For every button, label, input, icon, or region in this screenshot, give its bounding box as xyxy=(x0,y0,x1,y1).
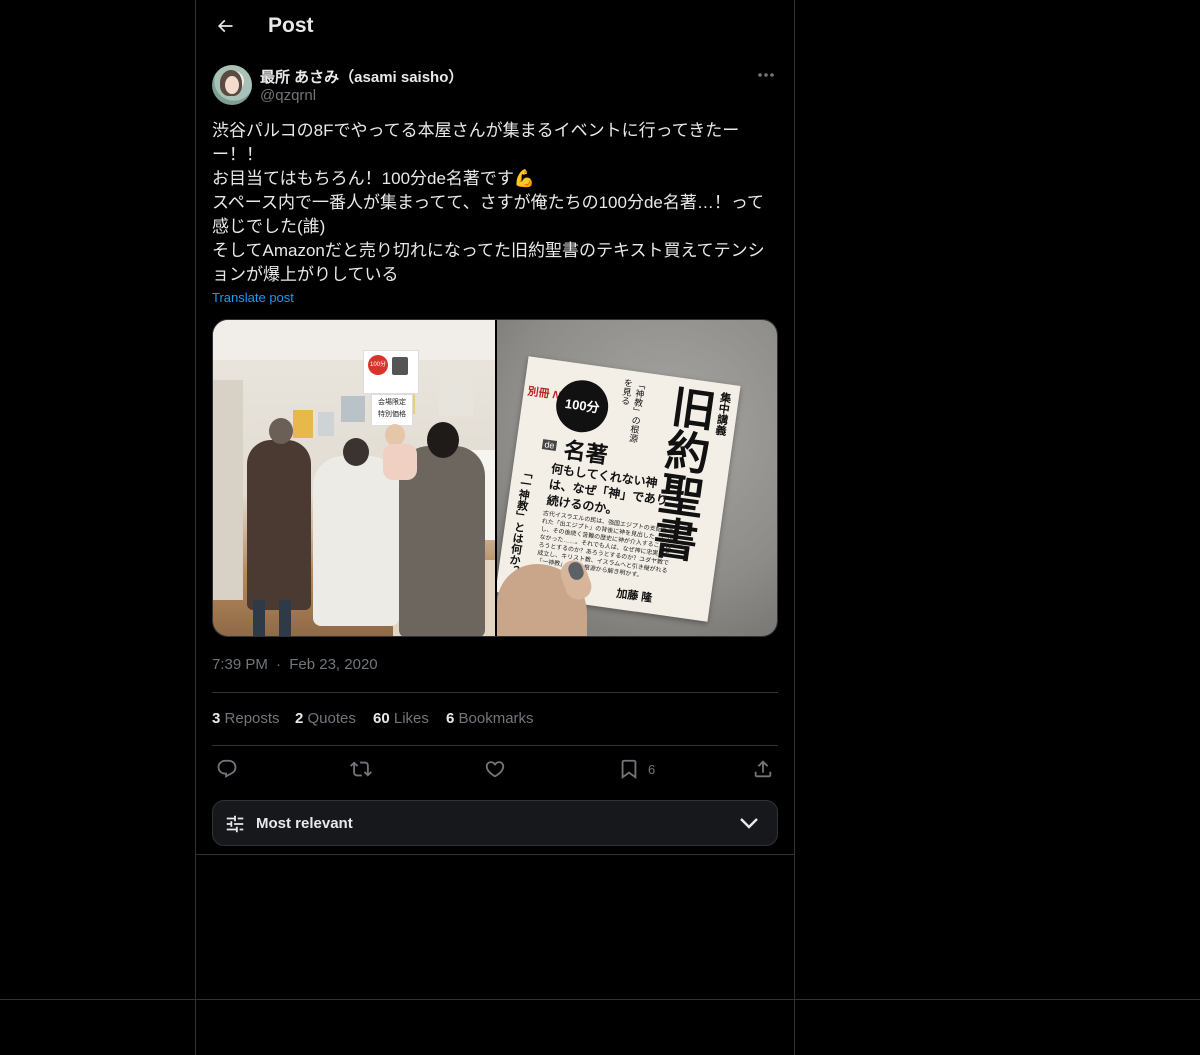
book-de: de xyxy=(541,439,558,451)
book-spine-text: 「一神教」とは何か？ xyxy=(505,466,534,577)
bookmark-count: 6 xyxy=(648,761,656,777)
post-date[interactable]: Feb 23, 2020 xyxy=(289,656,377,673)
more-dots-icon xyxy=(758,73,774,77)
bookmarks-label: Bookmarks xyxy=(458,710,534,727)
reposts-label: Reposts xyxy=(224,710,280,727)
avatar[interactable] xyxy=(212,65,252,105)
more-options-button[interactable] xyxy=(754,65,778,85)
quotes-label: Quotes xyxy=(307,710,356,727)
sign-limited: 会場限定 xyxy=(378,399,406,406)
sign-special-price: 特別価格 xyxy=(378,411,406,418)
quotes-stat[interactable]: 2 Quotes xyxy=(295,710,356,727)
reply-button[interactable] xyxy=(216,756,238,782)
action-bar: 6 xyxy=(212,746,778,792)
likes-count: 60 xyxy=(373,710,390,727)
like-button[interactable] xyxy=(484,756,506,782)
engagement-stats: 3 Reposts 2 Quotes 60 Likes 6 Bookmarks xyxy=(212,692,778,746)
photo-book-cover[interactable]: 集中講義 旧約聖書 「神教」の根源を見る 別冊 NHK 100分 de 名著 何… xyxy=(497,320,777,636)
arrow-left-icon xyxy=(217,19,233,33)
share-icon xyxy=(754,760,772,778)
bookmarks-stat[interactable]: 6 Bookmarks xyxy=(446,710,534,727)
footer-divider xyxy=(0,999,1200,1000)
reposts-count: 3 xyxy=(212,710,221,727)
repost-icon xyxy=(350,761,372,777)
sign-logo: 100分de名著 xyxy=(368,355,388,388)
book-subtitle-side: 「神教」の根源を見る xyxy=(619,377,647,444)
post-column: Post 最所 あさみ（asami saisho） @qzqrnl 渋谷パルコの… xyxy=(196,0,794,846)
column-border-left xyxy=(195,0,196,1055)
book-100-badge: 100分 xyxy=(552,376,612,436)
column-border-right xyxy=(794,0,795,1055)
post-text: 渋谷パルコの8Fでやってる本屋さんが集まるイベントに行ってきたーー！！ お目当て… xyxy=(212,121,765,284)
bookmark-icon xyxy=(621,759,637,780)
top-bar: Post xyxy=(196,0,794,53)
quotes-count: 2 xyxy=(295,710,304,727)
bookmark-button[interactable]: 6 xyxy=(618,756,655,782)
translate-post-link[interactable]: Translate post xyxy=(212,290,294,305)
heart-icon xyxy=(485,761,505,778)
author-display-name[interactable]: 最所 あさみ（asami saisho） xyxy=(260,66,463,87)
book-bessatsu: 別冊 xyxy=(526,385,551,401)
reply-sort-dropdown[interactable]: Most relevant xyxy=(212,800,778,846)
reply-icon xyxy=(217,759,237,778)
likes-label: Likes xyxy=(393,710,429,727)
repost-button[interactable] xyxy=(350,756,372,782)
media-grid: 100分de名著 会場限定 特別価格 集中講義 旧約聖書 「神教」の根源を見る … xyxy=(212,319,778,637)
sort-label: Most relevant xyxy=(256,815,353,832)
post-bottom-divider xyxy=(196,854,794,855)
bookmarks-count: 6 xyxy=(446,710,455,727)
post-timestamp[interactable]: 7:39 PM · Feb 23, 2020 xyxy=(212,656,378,673)
photo-bookstore-event[interactable]: 100分de名著 会場限定 特別価格 xyxy=(213,320,495,636)
likes-stat[interactable]: 60 Likes xyxy=(373,710,429,727)
post-time[interactable]: 7:39 PM xyxy=(212,656,268,673)
timestamp-separator: · xyxy=(276,656,282,673)
chevron-down-icon xyxy=(740,818,758,829)
reposts-stat[interactable]: 3 Reposts xyxy=(212,710,280,727)
author-row: 最所 あさみ（asami saisho） @qzqrnl xyxy=(212,65,778,107)
sliders-icon xyxy=(226,815,244,833)
page-title: Post xyxy=(268,14,314,37)
share-button[interactable] xyxy=(752,756,774,782)
author-handle[interactable]: @qzqrnl xyxy=(260,87,316,104)
back-button[interactable] xyxy=(208,9,242,43)
